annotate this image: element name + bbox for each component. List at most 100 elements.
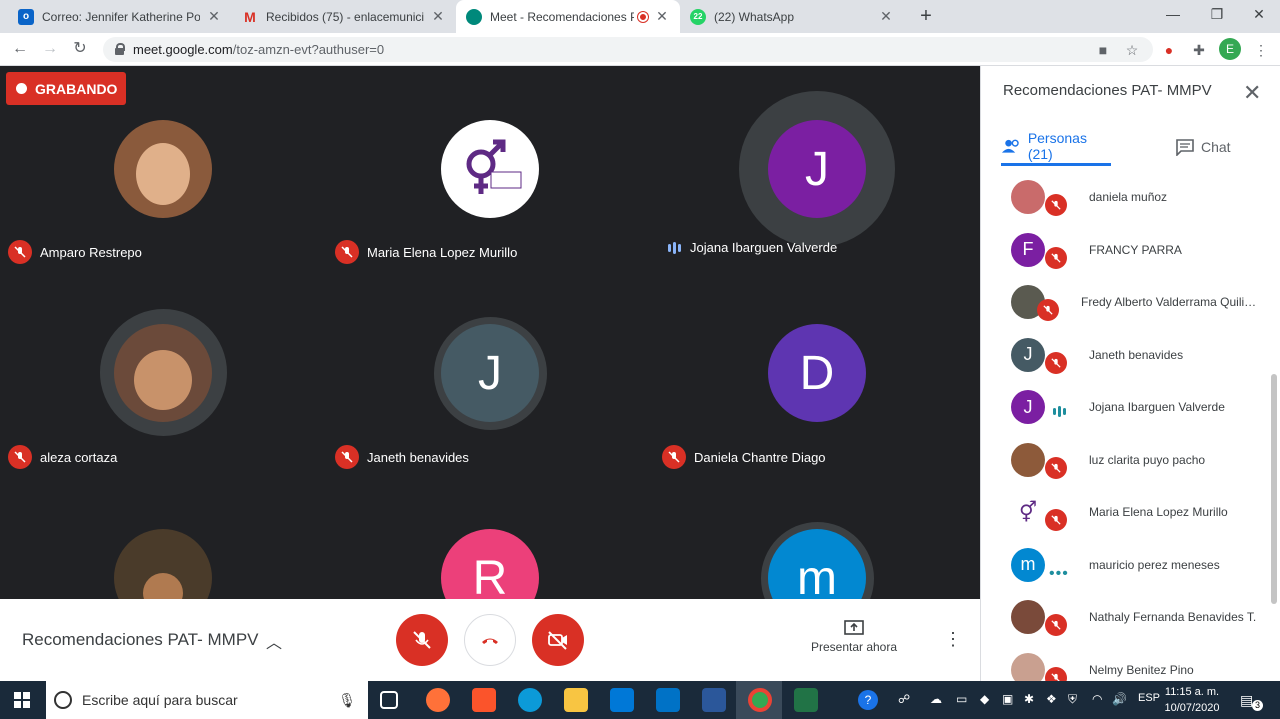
avatar bbox=[1011, 652, 1045, 681]
dropbox-icon[interactable]: ❖ bbox=[1046, 692, 1057, 706]
tab-people[interactable]: Personas (21) bbox=[1001, 128, 1111, 166]
list-item[interactable]: J Janeth benavides bbox=[981, 328, 1273, 381]
help-icon[interactable]: ? bbox=[858, 690, 878, 710]
taskbar-clock[interactable]: 11:15 a. m. 10/07/2020 bbox=[1160, 684, 1224, 716]
panel-scrollbar[interactable] bbox=[1271, 374, 1277, 604]
list-item[interactable]: Nathaly Fernanda Benavides T. bbox=[981, 590, 1273, 643]
profile-avatar[interactable]: E bbox=[1219, 38, 1241, 60]
chrome-icon[interactable] bbox=[748, 688, 772, 712]
url-field[interactable]: meet.google.com/toz-amzn-evt?authuser=0 bbox=[103, 37, 1153, 62]
close-panel-icon[interactable]: ✕ bbox=[1243, 80, 1261, 106]
speaking-indicator-icon bbox=[1047, 406, 1071, 417]
mic-off-icon bbox=[1045, 351, 1067, 374]
new-tab-button[interactable]: + bbox=[914, 4, 938, 28]
participant-photo bbox=[114, 529, 212, 599]
screen: o Correo: Jennifer Katherine Portilla ✕ … bbox=[0, 0, 1280, 719]
participant-list: daniela muñoz F FRANCY PARRA Fredy Alber… bbox=[981, 170, 1273, 681]
participant-avatar: R bbox=[441, 529, 539, 599]
lock-icon bbox=[115, 43, 125, 55]
browser-menu-icon[interactable]: ⋮ bbox=[1252, 41, 1270, 59]
onedrive-icon[interactable]: ☁ bbox=[930, 692, 942, 706]
participant-avatar: D bbox=[768, 324, 866, 422]
url-host: meet.google.com bbox=[133, 42, 233, 57]
file-explorer-icon[interactable] bbox=[564, 688, 588, 712]
list-item[interactable]: Fredy Alberto Valderrama Quili… bbox=[981, 275, 1273, 328]
participant-logo bbox=[441, 120, 539, 218]
people-tray-icon[interactable]: ☍ bbox=[898, 692, 910, 706]
firefox-icon[interactable] bbox=[426, 688, 450, 712]
notification-count-badge: 3 bbox=[1252, 700, 1263, 711]
volume-icon[interactable]: 🔊 bbox=[1112, 692, 1127, 706]
close-tab-icon[interactable]: ✕ bbox=[430, 8, 446, 25]
battery-icon[interactable]: ▭ bbox=[956, 692, 967, 706]
list-item[interactable]: J Jojana Ibarguen Valverde bbox=[981, 380, 1273, 433]
mail-icon[interactable] bbox=[656, 688, 680, 712]
tab-gmail[interactable]: M Recibidos (75) - enlacemunicipal ✕ bbox=[232, 0, 456, 33]
tab-outlook[interactable]: o Correo: Jennifer Katherine Portilla ✕ bbox=[8, 0, 232, 33]
windows-start-icon[interactable] bbox=[14, 692, 30, 708]
tab-whatsapp[interactable]: 22 (22) WhatsApp ✕ bbox=[680, 0, 904, 33]
tab-chat[interactable]: Chat bbox=[1175, 128, 1255, 166]
list-item[interactable]: ⚥ Maria Elena Lopez Murillo bbox=[981, 485, 1273, 538]
forward-button[interactable]: → bbox=[40, 39, 60, 59]
taskbar-search-box[interactable]: Escribe aquí para buscar 🎙 bbox=[46, 681, 368, 719]
participant-avatar: J bbox=[441, 324, 539, 422]
present-now-button[interactable]: Presentar ahora bbox=[800, 619, 908, 654]
mic-off-icon bbox=[1045, 194, 1067, 216]
avatar: J bbox=[1011, 390, 1045, 424]
participant-name-tag: Janeth benavides bbox=[335, 445, 469, 469]
list-item[interactable]: daniela muñoz bbox=[981, 170, 1273, 223]
leave-call-button[interactable] bbox=[464, 614, 516, 666]
camera-icon[interactable]: ■ bbox=[1094, 41, 1112, 59]
wifi-icon[interactable]: ◠ bbox=[1092, 692, 1102, 706]
close-tab-icon[interactable]: ✕ bbox=[878, 8, 894, 25]
address-bar: ← → ↻ meet.google.com/toz-amzn-evt?authu… bbox=[0, 33, 1280, 66]
recording-badge: GRABANDO bbox=[6, 72, 126, 105]
list-item[interactable]: F FRANCY PARRA bbox=[981, 223, 1273, 276]
back-button[interactable]: ← bbox=[10, 39, 30, 59]
participant-name-tag: aleza cortaza bbox=[8, 445, 117, 469]
list-item[interactable]: m ••• mauricio perez meneses bbox=[981, 538, 1273, 591]
edge-icon[interactable] bbox=[518, 688, 542, 712]
brave-icon[interactable] bbox=[472, 688, 496, 712]
toggle-mic-button[interactable] bbox=[396, 614, 448, 666]
notification-center-icon[interactable]: ▤ 3 bbox=[1240, 692, 1263, 711]
present-screen-icon bbox=[844, 620, 864, 635]
language-indicator[interactable]: ESP bbox=[1138, 692, 1160, 704]
recording-indicator-icon bbox=[638, 11, 648, 22]
mic-off-icon bbox=[1037, 299, 1059, 321]
extension-opera-icon[interactable]: ● bbox=[1160, 41, 1178, 59]
microphone-icon[interactable]: 🎙 bbox=[338, 692, 356, 709]
camera-off-icon bbox=[548, 631, 567, 650]
list-item[interactable]: Nelmy Benitez Pino bbox=[981, 643, 1273, 681]
task-view-icon[interactable] bbox=[380, 691, 398, 709]
defender-icon[interactable]: ⛨ bbox=[1068, 692, 1077, 707]
hang-up-icon bbox=[482, 638, 498, 644]
tab-meet[interactable]: Meet - Recomendaciones PAT ✕ bbox=[456, 0, 680, 33]
reload-button[interactable]: ↻ bbox=[70, 39, 90, 59]
bluetooth-icon[interactable]: ✱ bbox=[1024, 692, 1034, 706]
minimize-button[interactable]: — bbox=[1150, 0, 1196, 30]
excel-icon[interactable] bbox=[794, 688, 818, 712]
display-icon[interactable]: ▣ bbox=[1002, 692, 1013, 706]
meeting-title[interactable]: Recomendaciones PAT- MMPV bbox=[22, 630, 259, 650]
people-icon bbox=[1001, 139, 1019, 153]
more-options-icon[interactable]: ⋮ bbox=[944, 629, 962, 650]
chevron-up-icon[interactable]: ︿ bbox=[266, 629, 282, 653]
close-tab-icon[interactable]: ✕ bbox=[206, 8, 222, 25]
avatar: m bbox=[1011, 547, 1045, 582]
store-icon[interactable] bbox=[610, 688, 634, 712]
mic-off-icon bbox=[335, 240, 359, 264]
bookmark-star-icon[interactable]: ☆ bbox=[1123, 41, 1141, 59]
maximize-button[interactable]: ❐ bbox=[1194, 0, 1240, 30]
list-item[interactable]: luz clarita puyo pacho bbox=[981, 433, 1273, 486]
toggle-camera-button[interactable] bbox=[532, 614, 584, 666]
extensions-puzzle-icon[interactable]: ✚ bbox=[1190, 41, 1208, 59]
word-icon[interactable] bbox=[702, 688, 726, 712]
close-tab-icon[interactable]: ✕ bbox=[654, 8, 670, 25]
avatar: ⚥ bbox=[1011, 495, 1045, 529]
chat-icon bbox=[1176, 139, 1194, 156]
participant-name-tag: Amparo Restrepo bbox=[8, 240, 142, 264]
close-window-button[interactable]: ✕ bbox=[1236, 0, 1280, 30]
app-tray-icon[interactable]: ◆ bbox=[980, 692, 989, 706]
